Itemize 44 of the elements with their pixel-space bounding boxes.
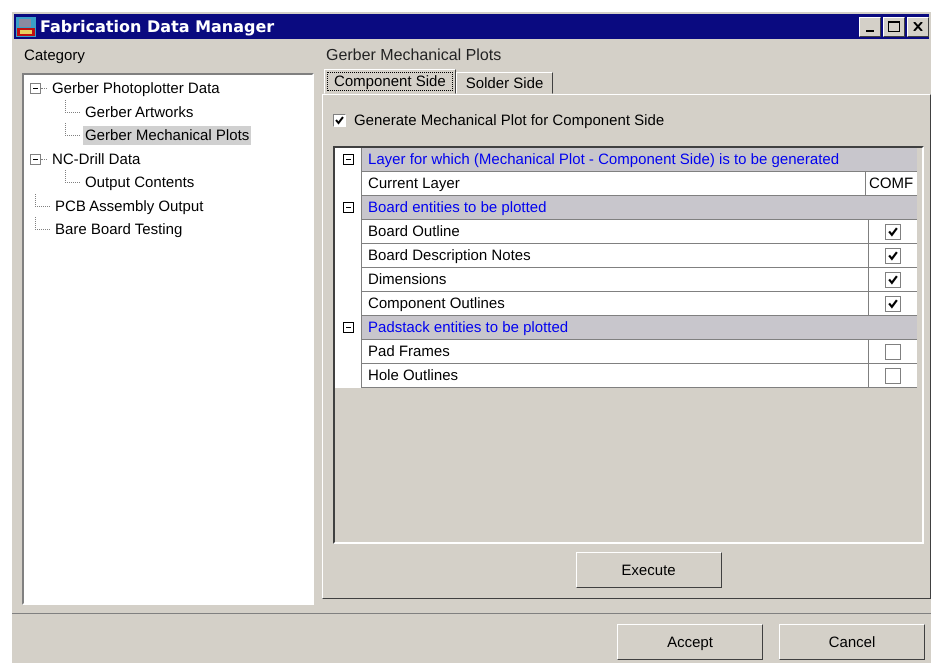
collapse-icon[interactable]: [30, 83, 41, 94]
property-name: Dimensions: [362, 268, 869, 291]
checkbox-label: Generate Mechanical Plot for Component Side: [354, 112, 664, 128]
tree-item[interactable]: Gerber Photoplotter Data: [50, 79, 222, 98]
checkbox[interactable]: [885, 296, 901, 312]
property-name: Hole Outlines: [362, 364, 869, 387]
close-icon: [913, 22, 923, 31]
window-title: Fabrication Data Manager: [40, 17, 274, 36]
execute-button[interactable]: Execute: [576, 552, 722, 588]
section-header: Layer for which (Mechanical Plot - Component Side) is to be generated: [362, 148, 917, 172]
collapse-icon[interactable]: [342, 154, 354, 165]
checkbox[interactable]: [885, 224, 901, 240]
tree-item[interactable]: PCB Assembly Output: [53, 196, 206, 216]
property-name: Board Description Notes: [362, 244, 869, 267]
collapse-icon[interactable]: [342, 322, 354, 333]
property-name: Current Layer: [362, 172, 866, 195]
property-value[interactable]: COMF: [866, 172, 917, 195]
maximize-button[interactable]: [883, 16, 905, 36]
category-label: Category: [23, 47, 86, 66]
close-button[interactable]: [907, 16, 929, 36]
tab[interactable]: Solder Side: [456, 72, 554, 94]
minimize-button[interactable]: [859, 16, 881, 36]
app-icon: [16, 16, 36, 36]
dialog-button[interactable]: Cancel: [779, 624, 925, 660]
tree-item[interactable]: Bare Board Testing: [53, 220, 184, 240]
property-name: Component Outlines: [362, 292, 869, 315]
checkbox[interactable]: [333, 114, 346, 126]
tab[interactable]: Component Side: [324, 69, 456, 94]
checkbox[interactable]: [885, 344, 901, 360]
tree-item[interactable]: Gerber Mechanical Plots: [83, 126, 252, 146]
checkbox[interactable]: [885, 272, 901, 288]
section-header: Board entities to be plotted: [362, 196, 917, 220]
tree-item[interactable]: NC-Drill Data: [50, 150, 142, 169]
property-name: Pad Frames: [362, 340, 869, 363]
property-name: Board Outline: [362, 220, 869, 243]
tree-item[interactable]: Output Contents: [83, 173, 196, 192]
checkbox[interactable]: [885, 368, 901, 384]
panel-title: Gerber Mechanical Plots: [325, 47, 502, 66]
checkbox[interactable]: [885, 248, 901, 264]
collapse-icon[interactable]: [342, 202, 354, 213]
collapse-icon[interactable]: [30, 154, 41, 165]
dialog-button[interactable]: Accept: [617, 624, 763, 660]
tree-item[interactable]: Gerber Artworks: [83, 102, 196, 122]
section-header: Padstack entities to be plotted: [362, 316, 917, 340]
